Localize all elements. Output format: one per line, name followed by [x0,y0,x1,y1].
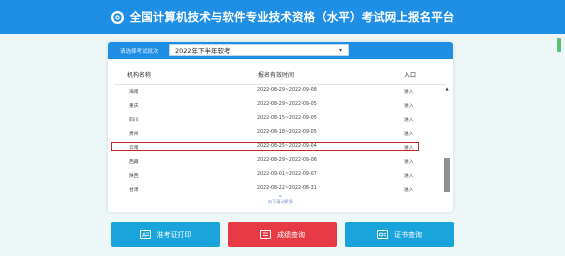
scrollbar[interactable]: ▲ [444,86,450,194]
row-name: 重庆 [129,104,139,109]
row-entry-link[interactable]: 进入 [404,130,414,137]
certificate-query-button[interactable]: 证书查询 [345,222,454,247]
highlight-box [111,142,419,151]
certificate-query-label: 证书查询 [394,230,422,239]
row-name: 四川 [129,118,139,123]
row-time: 2022-08-29~2022-09-05 [257,102,317,107]
header: 全国计算机技术与软件专业技术资格（水平）考试网上报名平台 [0,0,565,34]
table-row: 西藏 2022-08-29~2022-09-06 进入 [108,155,453,168]
table-row: 海南 2022-08-29~2022-09-08 进入 [108,85,453,98]
exam-select-bar: 请选择考试批次 2022年下半年软考 ▾ [108,42,453,59]
row-name: 陕西 [129,174,139,179]
registration-panel: 请选择考试批次 2022年下半年软考 ▾ 机构名称 报名有效时间 入口 海南 2… [108,42,453,212]
row-time: 2022-08-29~2022-09-08 [257,88,317,93]
more-text: 向下滚动更多 [267,199,294,204]
logo-icon [110,10,124,24]
row-time: 2022-09-01~2022-09-07 [257,172,317,177]
row-entry-link[interactable]: 进入 [404,172,414,179]
scroll-up-arrow-icon[interactable]: ▲ [444,86,450,92]
scroll-more-hint[interactable]: ⌄ 向下滚动更多 [108,190,453,205]
row-time: 2022-08-22~2022-08-31 [257,186,317,191]
row-time: 2022-08-29~2022-09-06 [257,158,317,163]
chevron-down-icon: ▾ [338,47,342,54]
exam-select-value: 2022年下半年软考 [175,47,231,55]
row-time: 2022-08-15~2022-09-05 [257,116,317,121]
admission-ticket-print-button[interactable]: A 准考证打印 [111,222,220,247]
table-row: 贵州 2022-08-18~2022-09-05 进入 [108,127,453,140]
row-name: 海南 [129,90,139,95]
id-card-icon: A [139,230,151,239]
row-time: 2022-08-18~2022-09-05 [257,130,317,135]
exam-select-label: 请选择考试批次 [120,48,159,55]
table-row: 四川 2022-08-15~2022-09-05 进入 [108,113,453,126]
page-title: 全国计算机技术与软件专业技术资格（水平）考试网上报名平台 [129,10,455,24]
table-row: 重庆 2022-08-29~2022-09-05 进入 [108,99,453,112]
document-icon [260,230,271,239]
row-name: 贵州 [129,132,139,137]
certificate-icon [377,230,388,239]
chevron-down-icon: ⌄ [277,190,284,199]
exam-select-dropdown[interactable]: 2022年下半年软考 ▾ [169,44,349,56]
column-header-time: 报名有效时间 [258,72,295,79]
row-entry-link[interactable]: 进入 [404,102,414,109]
row-entry-link[interactable]: 进入 [404,88,414,95]
table-header: 机构名称 报名有效时间 入口 [108,70,453,82]
row-entry-link[interactable]: 进入 [404,158,414,165]
table-row: 陕西 2022-09-01~2022-09-07 进入 [108,169,453,182]
score-query-button[interactable]: 成绩查询 [228,222,337,247]
side-tab[interactable] [557,38,561,52]
column-header-entry: 入口 [404,72,417,79]
row-entry-link[interactable]: 进入 [404,116,414,123]
scrollbar-thumb[interactable] [444,158,450,192]
column-header-name: 机构名称 [127,72,152,79]
admission-ticket-print-label: 准考证打印 [156,230,192,239]
row-name: 西藏 [129,160,139,165]
score-query-label: 成绩查询 [277,230,305,239]
